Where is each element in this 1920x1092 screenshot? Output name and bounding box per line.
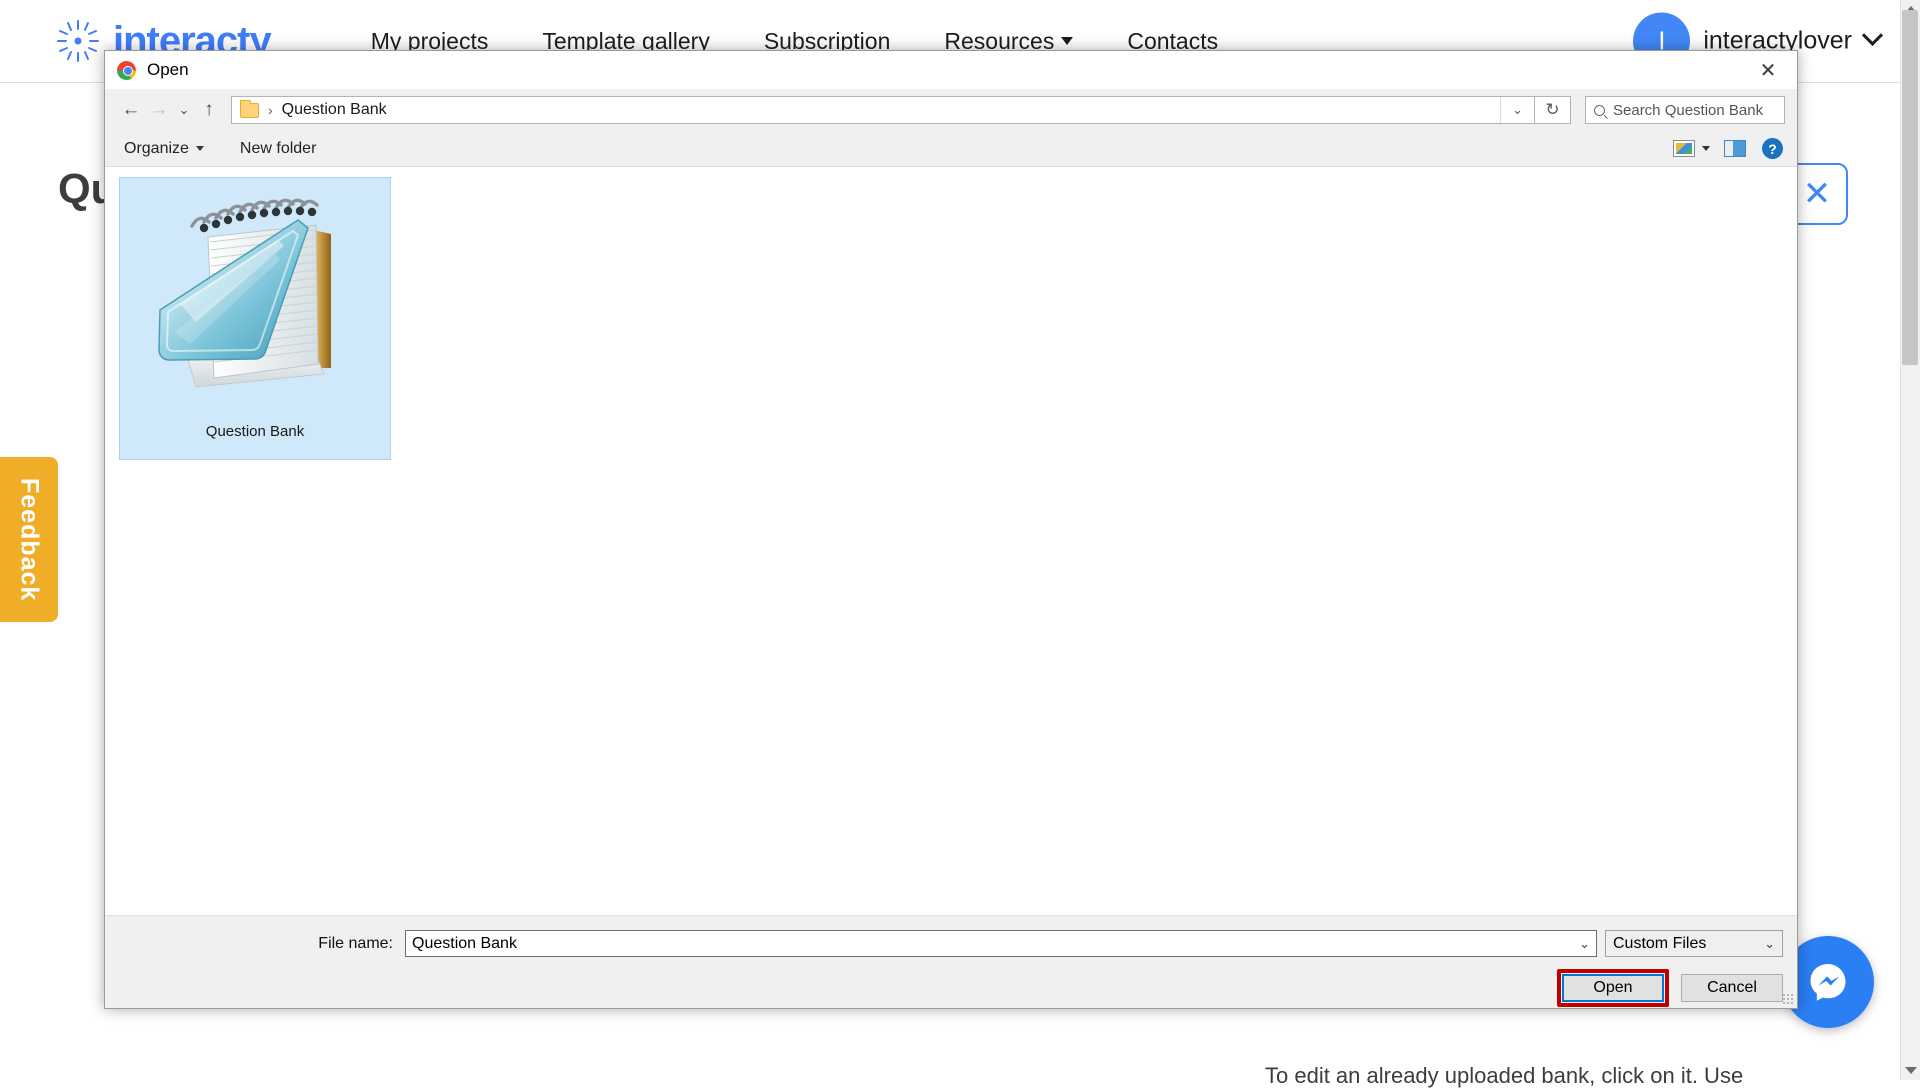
open-file-dialog: Open ✕ ← → ⌄ ↑ › Question Bank ⌄ ↻ Searc… [104,50,1798,1009]
chevron-down-icon[interactable]: ⌄ [1500,97,1534,123]
up-one-level-icon[interactable]: ↑ [195,96,223,124]
chevron-down-icon [1862,25,1883,46]
chevron-down-icon[interactable]: ⌄ [1573,936,1590,952]
address-bar[interactable]: › Question Bank ⌄ [231,96,1535,124]
scrollbar-thumb[interactable] [1902,10,1918,365]
chevron-down-icon [196,146,204,151]
resize-grip[interactable] [1782,993,1794,1005]
sunburst-logo-icon [55,18,101,64]
file-name-value: Question Bank [412,935,517,953]
view-mode-icon[interactable] [1673,140,1695,157]
file-type-select[interactable]: Custom Files ⌄ [1605,930,1783,957]
dialog-navbar: ← → ⌄ ↑ › Question Bank ⌄ ↻ Search Quest… [105,89,1797,131]
file-name-field-label: File name: [105,935,405,953]
new-folder-button[interactable]: New folder [235,137,321,161]
organize-button[interactable]: Organize [119,137,209,161]
new-folder-label: New folder [240,140,316,158]
search-icon [1592,102,1608,118]
scroll-down-icon[interactable] [1905,1067,1917,1074]
dialog-toolbar: Organize New folder ? [105,131,1797,167]
refresh-icon[interactable]: ↻ [1535,96,1571,124]
chrome-logo-icon [117,61,136,80]
cancel-button[interactable]: Cancel [1681,974,1783,1002]
card-hint-text: To edit an already uploaded bank, click … [1265,1060,1825,1092]
chevron-down-icon[interactable] [1702,146,1710,151]
dialog-titlebar: Open ✕ [105,51,1797,89]
help-icon[interactable]: ? [1762,138,1783,159]
open-button-highlight: Open [1557,969,1669,1007]
search-placeholder: Search Question Bank [1613,102,1763,119]
open-button[interactable]: Open [1562,974,1664,1002]
chevron-down-icon: ⌄ [1764,936,1775,952]
file-name-row: File name: Question Bank ⌄ Custom Files … [105,930,1783,957]
notepad-document-icon [148,192,363,407]
feedback-label: Feedback [15,478,44,601]
folder-icon [240,103,259,118]
breadcrumb-separator: › [268,102,273,118]
recent-locations-icon[interactable]: ⌄ [173,96,195,124]
search-input[interactable]: Search Question Bank [1585,96,1785,124]
list-item[interactable]: Question Bank [119,177,391,460]
dialog-footer: File name: Question Bank ⌄ Custom Files … [105,916,1797,1008]
dialog-title: Open [147,60,189,80]
chevron-down-icon [1061,37,1073,45]
organize-label: Organize [124,140,189,158]
preview-pane-icon[interactable] [1724,140,1746,157]
breadcrumb[interactable]: Question Bank [282,101,387,119]
file-name-label: Question Bank [206,423,304,440]
feedback-tab[interactable]: Feedback [0,457,58,622]
page-scrollbar[interactable] [1900,0,1920,1080]
toolbar-right-group: ? [1673,138,1783,159]
dialog-buttons: Open Cancel [1557,969,1783,1007]
file-list-area[interactable]: Question Bank [105,167,1797,916]
file-type-value: Custom Files [1613,935,1706,953]
close-icon[interactable]: ✕ [1739,51,1797,89]
forward-icon[interactable]: → [145,96,173,124]
back-icon[interactable]: ← [117,96,145,124]
file-name-input[interactable]: Question Bank ⌄ [405,930,1597,957]
